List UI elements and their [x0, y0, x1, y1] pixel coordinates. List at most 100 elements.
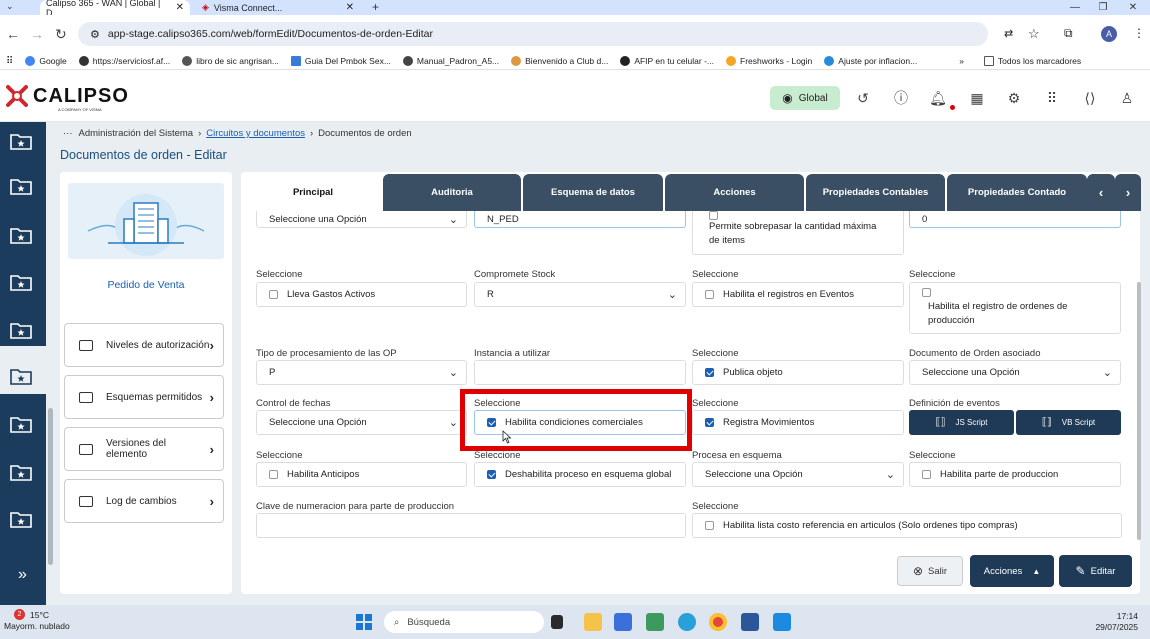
tab-auditoria[interactable]: Auditoria: [383, 174, 521, 211]
notifications-bell-icon[interactable]: 🔔︎: [928, 88, 948, 108]
file-explorer-icon[interactable]: [584, 613, 602, 631]
bookmark-item[interactable]: Freshworks - Login: [726, 56, 812, 66]
checkbox-lleva-gastos[interactable]: Lleva Gastos Activos: [256, 282, 467, 307]
browser-tab-active[interactable]: Calipso 365 - WAN | Global | D... ✕: [40, 0, 190, 18]
tab-search-chevron-icon[interactable]: ⌄: [6, 1, 14, 12]
bookmark-item[interactable]: https://serviciosf.af...: [78, 56, 170, 66]
nav-folder-star-icon[interactable]: [8, 317, 34, 343]
close-icon[interactable]: ✕: [346, 2, 354, 13]
checkbox-icon[interactable]: [705, 521, 714, 530]
site-info-icon[interactable]: ⚙: [90, 28, 100, 41]
checkbox-icon[interactable]: [922, 470, 931, 479]
chrome-icon[interactable]: [709, 613, 727, 631]
window-close-icon[interactable]: ✕: [1118, 0, 1148, 15]
change-log-button[interactable]: Log de cambios ›: [64, 479, 224, 523]
checkbox-parte-produccion[interactable]: Habilita parte de produccion: [909, 462, 1121, 487]
select-control-fechas[interactable]: Seleccione una Opción ⌄: [256, 410, 467, 435]
nav-folder-star-icon[interactable]: [8, 506, 34, 532]
element-versions-button[interactable]: Versiones del elemento ›: [64, 427, 224, 471]
vscode-icon[interactable]: [773, 613, 791, 631]
user-icon[interactable]: ♙: [1117, 88, 1137, 108]
select-tipo-procesamiento[interactable]: P ⌄: [256, 360, 467, 385]
code-icon[interactable]: ⟨⟩: [1080, 88, 1100, 108]
new-tab-icon[interactable]: +: [372, 0, 379, 14]
input-clave-numeracion[interactable]: [256, 513, 686, 538]
minimize-icon[interactable]: —: [1060, 0, 1090, 15]
weather-widget[interactable]: 15°C Mayorm. nublado: [4, 610, 70, 632]
checkbox-anticipos[interactable]: Habilita Anticipos: [256, 462, 467, 487]
allowed-schemes-button[interactable]: Esquemas permitidos ›: [64, 375, 224, 419]
checkbox-checked-icon[interactable]: [705, 418, 714, 427]
all-bookmarks[interactable]: Todos los marcadores: [983, 56, 1081, 66]
store-icon[interactable]: [614, 613, 632, 631]
select-documento-asociado[interactable]: Seleccione una Opción ⌄: [909, 360, 1121, 385]
checkbox-icon[interactable]: [269, 470, 278, 479]
checkbox-registra-movimientos[interactable]: Registra Movimientos: [692, 410, 904, 435]
calipso-logo[interactable]: CALIPSO A COMPANY OF VISMA: [4, 83, 129, 112]
extensions-icon[interactable]: ⧉: [1064, 26, 1073, 41]
tab-next-icon[interactable]: ›: [1115, 174, 1141, 211]
actions-menu-button[interactable]: Acciones ▲: [970, 555, 1054, 587]
checkbox-icon[interactable]: [922, 288, 931, 297]
tab-esquema-datos[interactable]: Esquema de datos: [523, 174, 663, 211]
checkbox-row0-c3[interactable]: Permite sobrepasar la cantidad máxima de…: [692, 211, 904, 255]
bookmark-item[interactable]: Google: [25, 56, 67, 66]
breadcrumb-link[interactable]: Circuitos y documentos: [206, 128, 305, 139]
expand-nav-icon[interactable]: »: [18, 566, 27, 584]
nav-scrollbar[interactable]: [48, 408, 53, 565]
tab-propiedades-contado[interactable]: Propiedades Contado: [947, 174, 1087, 211]
select-procesa-esquema[interactable]: Seleccione una Opción ⌄: [692, 462, 904, 487]
system-clock[interactable]: 17:14 29/07/2025: [1090, 611, 1138, 633]
restore-icon[interactable]: ❐: [1088, 0, 1118, 15]
select-row0-c1[interactable]: Seleccione una Opción ⌄: [256, 211, 467, 228]
checkbox-publica-objeto[interactable]: Publica objeto: [692, 360, 904, 385]
form-scrollbar[interactable]: [1137, 282, 1141, 540]
bookmark-item[interactable]: AFIP en tu celular -...: [620, 56, 714, 66]
apps-grid-icon[interactable]: ⠿: [1042, 88, 1062, 108]
profile-avatar[interactable]: A: [1101, 26, 1117, 42]
checkbox-icon[interactable]: [269, 290, 278, 299]
history-icon[interactable]: ↺: [853, 88, 873, 108]
forward-icon[interactable]: →: [30, 26, 44, 42]
nav-folder-star-icon[interactable]: [8, 363, 34, 389]
edit-button[interactable]: ✎ Editar: [1059, 555, 1132, 587]
vb-script-button[interactable]: ⟦⟧ VB Script: [1016, 410, 1121, 435]
bookmark-item[interactable]: Bienvenido a Club d...: [511, 56, 608, 66]
checkbox-icon[interactable]: [709, 211, 718, 220]
calendar-icon[interactable]: ▦: [967, 88, 987, 108]
checkbox-deshabilita-proceso[interactable]: Deshabilita proceso en esquema global: [474, 462, 686, 487]
input-row0-c4[interactable]: 0: [909, 211, 1121, 228]
chrome-menu-icon[interactable]: ⋮: [1133, 26, 1145, 40]
tab-propiedades-contables[interactable]: Propiedades Contables: [806, 174, 945, 211]
checkbox-ordenes-produccion[interactable]: Habilita el registro de ordenes de produ…: [909, 282, 1121, 334]
input-row0-c2[interactable]: N_PED: [474, 211, 686, 228]
nav-folder-star-icon[interactable]: [8, 222, 34, 248]
nav-folder-star-icon[interactable]: [8, 128, 34, 154]
input-instancia[interactable]: [474, 360, 686, 385]
edge-icon[interactable]: [678, 613, 696, 631]
environment-pill[interactable]: ◉ Global: [770, 86, 840, 110]
nav-folder-star-icon[interactable]: [8, 269, 34, 295]
taskbar-search[interactable]: ⌕ Búsqueda: [384, 611, 544, 633]
tab-prev-icon[interactable]: ‹: [1087, 174, 1115, 211]
exit-button[interactable]: ⊗ Salir: [897, 556, 963, 586]
task-view-icon[interactable]: [551, 615, 563, 629]
help-icon[interactable]: ⓘ: [891, 88, 911, 108]
checkbox-lista-costo[interactable]: Habilita lista costo referencia en artic…: [692, 513, 1122, 538]
bookmark-item[interactable]: Ajuste por inflacion...: [824, 56, 917, 66]
windows-start-icon[interactable]: [356, 614, 372, 630]
authorization-levels-button[interactable]: Niveles de autorización ›: [64, 323, 224, 367]
breadcrumb-ellipsis[interactable]: ···: [63, 128, 73, 139]
settings-gear-icon[interactable]: ⚙: [1004, 88, 1024, 108]
nav-folder-star-icon[interactable]: [8, 459, 34, 485]
checkbox-checked-icon[interactable]: [487, 470, 496, 479]
checkbox-icon[interactable]: [705, 290, 714, 299]
checkbox-checked-icon[interactable]: [705, 368, 714, 377]
reload-icon[interactable]: ↻: [55, 26, 67, 43]
tab-principal[interactable]: Principal: [245, 174, 381, 211]
apps-grid-icon[interactable]: ⠿: [6, 56, 13, 67]
bookmark-star-icon[interactable]: ☆: [1028, 26, 1040, 42]
select-compromete-stock[interactable]: R ⌄: [474, 282, 686, 307]
js-script-button[interactable]: ⟦⟧ JS Script: [909, 410, 1014, 435]
bookmark-item[interactable]: libro de sic angrisan...: [182, 56, 279, 66]
